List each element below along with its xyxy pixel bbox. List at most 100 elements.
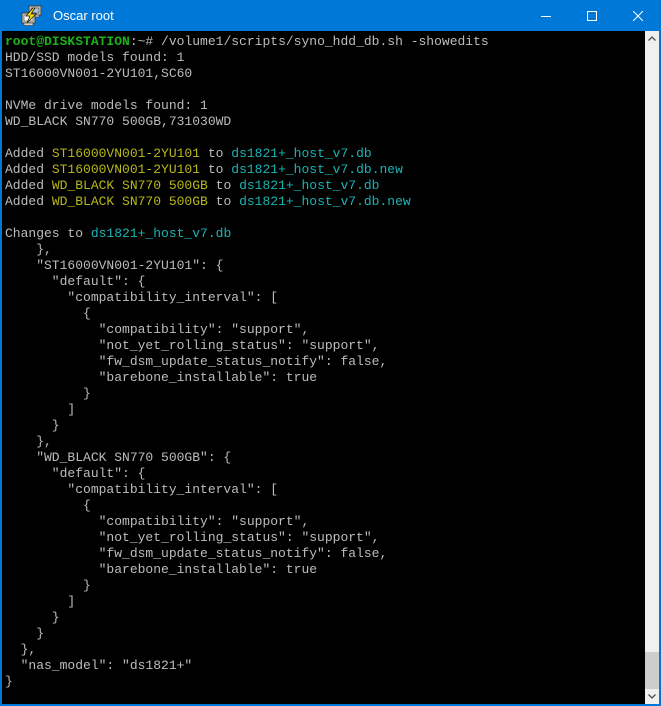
terminal-line: "compatibility_interval": [ [5, 482, 645, 498]
caption-buttons [523, 0, 661, 31]
terminal-text-segment: } [5, 418, 60, 433]
terminal-line: Added WD_BLACK SN770 500GB to ds1821+_ho… [5, 194, 645, 210]
terminal-text-segment: to [208, 194, 239, 209]
terminal-line: "nas_model": "ds1821+" [5, 658, 645, 674]
terminal-line: "WD_BLACK SN770 500GB": { [5, 450, 645, 466]
terminal-text-segment: }, [5, 242, 52, 257]
scrollbar-up-button[interactable] [645, 31, 659, 46]
terminal-text-segment: WD_BLACK SN770 500GB [52, 178, 208, 193]
terminal-text-segment: ds1821+_host_v7.db [231, 146, 371, 161]
terminal-text-segment: ] [5, 402, 75, 417]
terminal-line: { [5, 498, 645, 514]
terminal-text-segment: "compatibility": "support", [5, 322, 309, 337]
terminal-text-segment: ST16000VN001-2YU101 [52, 162, 200, 177]
maximize-button[interactable] [569, 0, 615, 31]
terminal-text-segment: WD_BLACK SN770 500GB [52, 194, 208, 209]
terminal-line: { [5, 306, 645, 322]
terminal-text-segment: "barebone_installable": true [5, 562, 317, 577]
terminal-text-segment: to [208, 178, 239, 193]
close-button[interactable] [615, 0, 661, 31]
terminal-line: } [5, 418, 645, 434]
terminal-text-segment: Added [5, 178, 52, 193]
terminal-line: } [5, 610, 645, 626]
terminal-text-segment: "compatibility_interval": [ [5, 482, 278, 497]
terminal-text-segment: NVMe drive models found: 1 [5, 98, 208, 113]
terminal-text-segment: }, [5, 642, 36, 657]
terminal-text-segment: } [5, 578, 91, 593]
terminal-text-segment: :~# [130, 34, 161, 49]
terminal-text-segment: ds1821+_host_v7.db.new [231, 162, 403, 177]
terminal-line: Added ST16000VN001-2YU101 to ds1821+_hos… [5, 146, 645, 162]
terminal-text-segment: Added [5, 194, 52, 209]
scrollbar-down-button[interactable] [645, 689, 659, 704]
terminal-line: "compatibility_interval": [ [5, 290, 645, 306]
putty-window: Oscar root root@DISKSTATION:~# /volume1 [0, 0, 661, 706]
terminal-text-segment: Changes to [5, 226, 91, 241]
terminal-text-segment: "not_yet_rolling_status": "support", [5, 530, 379, 545]
terminal-text-segment: to [200, 146, 231, 161]
minimize-button[interactable] [523, 0, 569, 31]
scrollbar[interactable] [645, 31, 659, 704]
terminal-line: NVMe drive models found: 1 [5, 98, 645, 114]
terminal-line: "ST16000VN001-2YU101": { [5, 258, 645, 274]
terminal-text-segment: "nas_model": "ds1821+" [5, 658, 192, 673]
chevron-down-icon [648, 694, 656, 699]
terminal-text-segment: ST16000VN001-2YU101,SC60 [5, 66, 192, 81]
terminal-line: WD_BLACK SN770 500GB,731030WD [5, 114, 645, 130]
terminal-line: "barebone_installable": true [5, 562, 645, 578]
terminal-line: root@DISKSTATION:~# /volume1/scripts/syn… [5, 34, 645, 50]
terminal-text-segment: "compatibility": "support", [5, 514, 309, 529]
terminal-line [5, 82, 645, 98]
titlebar[interactable]: Oscar root [0, 0, 661, 31]
terminal-text-segment: Added [5, 162, 52, 177]
terminal-line: "fw_dsm_update_status_notify": false, [5, 546, 645, 562]
terminal-text-segment: ds1821+_host_v7.db [91, 226, 231, 241]
terminal-text-segment: "barebone_installable": true [5, 370, 317, 385]
terminal-body: root@DISKSTATION:~# /volume1/scripts/syn… [2, 31, 659, 704]
terminal-line: } [5, 626, 645, 642]
terminal-text-segment: root@DISKSTATION [5, 34, 130, 49]
terminal-line: "compatibility": "support", [5, 322, 645, 338]
terminal-text-segment: HDD/SSD models found: 1 [5, 50, 184, 65]
terminal-line: "barebone_installable": true [5, 370, 645, 386]
terminal-line: }, [5, 242, 645, 258]
terminal-line: ST16000VN001-2YU101,SC60 [5, 66, 645, 82]
terminal-line: "default": { [5, 466, 645, 482]
terminal-line: }, [5, 642, 645, 658]
terminal-text-segment: ds1821+_host_v7.db [239, 178, 379, 193]
terminal-text-segment: "ST16000VN001-2YU101": { [5, 258, 223, 273]
terminal-line: }, [5, 434, 645, 450]
terminal-output[interactable]: root@DISKSTATION:~# /volume1/scripts/syn… [2, 31, 645, 704]
terminal-text-segment: "fw_dsm_update_status_notify": false, [5, 354, 387, 369]
terminal-text-segment: "not_yet_rolling_status": "support", [5, 338, 379, 353]
scrollbar-thumb[interactable] [645, 652, 659, 689]
terminal-line [5, 130, 645, 146]
terminal-text-segment: "default": { [5, 466, 145, 481]
terminal-text-segment: to [200, 162, 231, 177]
close-icon [633, 11, 643, 21]
terminal-text-segment: ] [5, 594, 75, 609]
terminal-text-segment: Added [5, 146, 52, 161]
terminal-text-segment: WD_BLACK SN770 500GB,731030WD [5, 114, 231, 129]
terminal-line: "default": { [5, 274, 645, 290]
terminal-text-segment: /volume1/scripts/syno_hdd_db.sh -showedi… [161, 34, 489, 49]
terminal-line: ] [5, 594, 645, 610]
window-title: Oscar root [53, 8, 114, 23]
terminal-line: Added ST16000VN001-2YU101 to ds1821+_hos… [5, 162, 645, 178]
maximize-icon [587, 11, 597, 21]
terminal-text-segment: ds1821+_host_v7.db.new [239, 194, 411, 209]
terminal-text-segment: ST16000VN001-2YU101 [52, 146, 200, 161]
terminal-line: "not_yet_rolling_status": "support", [5, 338, 645, 354]
terminal-line: } [5, 386, 645, 402]
terminal-text-segment: { [5, 306, 91, 321]
terminal-text-segment: "default": { [5, 274, 145, 289]
terminal-text-segment: "WD_BLACK SN770 500GB": { [5, 450, 231, 465]
terminal-text-segment: } [5, 626, 44, 641]
terminal-line: "fw_dsm_update_status_notify": false, [5, 354, 645, 370]
putty-app-icon [21, 5, 43, 27]
minimize-icon [541, 11, 551, 21]
terminal-text-segment: "fw_dsm_update_status_notify": false, [5, 546, 387, 561]
terminal-line [5, 210, 645, 226]
terminal-line: HDD/SSD models found: 1 [5, 50, 645, 66]
terminal-line: } [5, 578, 645, 594]
